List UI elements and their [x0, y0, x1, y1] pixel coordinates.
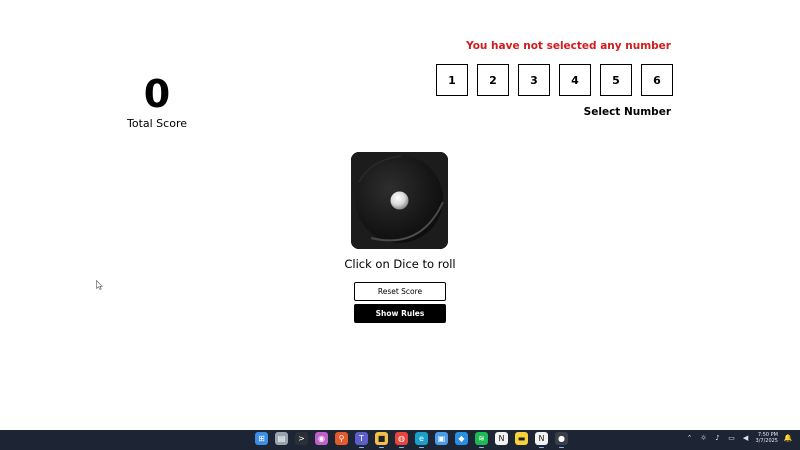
dice-button[interactable] — [351, 152, 448, 249]
file-explorer-icon[interactable]: ▤ — [275, 432, 288, 445]
dice-roll-hint: Click on Dice to roll — [344, 257, 456, 271]
reset-score-button[interactable]: Reset Score — [354, 282, 446, 301]
show-hidden-icons-icon[interactable]: ⌃ — [686, 434, 694, 442]
github-icon[interactable]: ● — [555, 432, 568, 448]
chrome-icon[interactable]: ◍ — [395, 432, 408, 448]
system-tray: ⌃ ☼ ♪ ▭ ◀ 7:50 PM 3/7/2025 🔔 — [686, 432, 793, 444]
windows-start-icon[interactable]: ⊞ — [255, 432, 268, 445]
vscode-icon[interactable]: ◆ — [455, 432, 468, 445]
teams-icon[interactable]: T — [355, 432, 368, 448]
selection-error-message: You have not selected any number — [466, 40, 671, 52]
terminal-icon[interactable]: > — [295, 432, 308, 445]
notification-bell-icon[interactable]: 🔔 — [784, 434, 793, 442]
dice-pip — [390, 191, 409, 210]
folder-icon[interactable]: ■ — [375, 432, 388, 448]
number-option-1[interactable]: 1 — [436, 64, 468, 96]
dice-face-icon — [351, 152, 448, 249]
mouse-cursor-icon — [96, 280, 103, 290]
taskbar: ⊞ ▤ > ◉ ⚲ T ■ ◍ e ▣ ◆ ≋ N ▬ N ● ⌃ ☼ ♪ ▭ ◀ 7:50 PM 3/7/2… — [0, 430, 800, 450]
notion-icon[interactable]: N — [495, 432, 508, 445]
brightness-icon[interactable]: ☼ — [700, 434, 708, 442]
copilot-icon[interactable]: ◉ — [315, 432, 328, 445]
microphone-icon[interactable]: ♪ — [714, 434, 722, 442]
search-app-icon[interactable]: ⚲ — [335, 432, 348, 445]
photos-icon[interactable]: ▣ — [435, 432, 448, 445]
number-option-3[interactable]: 3 — [518, 64, 550, 96]
battery-icon[interactable]: ▭ — [728, 434, 736, 442]
total-score-value: 0 — [143, 72, 171, 116]
total-score-label: Total Score — [127, 117, 187, 130]
number-option-5[interactable]: 5 — [600, 64, 632, 96]
sticky-notes-icon[interactable]: ▬ — [515, 432, 528, 445]
clock-date: 3/7/2025 — [755, 438, 778, 444]
number-option-6[interactable]: 6 — [641, 64, 673, 96]
volume-icon[interactable]: ◀ — [742, 434, 750, 442]
notion-calendar-icon[interactable]: N — [535, 432, 548, 448]
taskbar-apps: ⊞ ▤ > ◉ ⚲ T ■ ◍ e ▣ ◆ ≋ N ▬ N ● — [255, 432, 568, 448]
show-rules-button[interactable]: Show Rules — [354, 304, 446, 323]
clock[interactable]: 7:50 PM 3/7/2025 — [756, 432, 778, 444]
number-selector: 1 2 3 4 5 6 — [436, 64, 673, 96]
spotify-icon[interactable]: ≋ — [475, 432, 488, 448]
total-score-panel: 0 Total Score — [117, 72, 197, 131]
number-option-2[interactable]: 2 — [477, 64, 509, 96]
edge-icon[interactable]: e — [415, 432, 428, 448]
number-option-4[interactable]: 4 — [559, 64, 591, 96]
select-number-label: Select Number — [583, 106, 671, 118]
